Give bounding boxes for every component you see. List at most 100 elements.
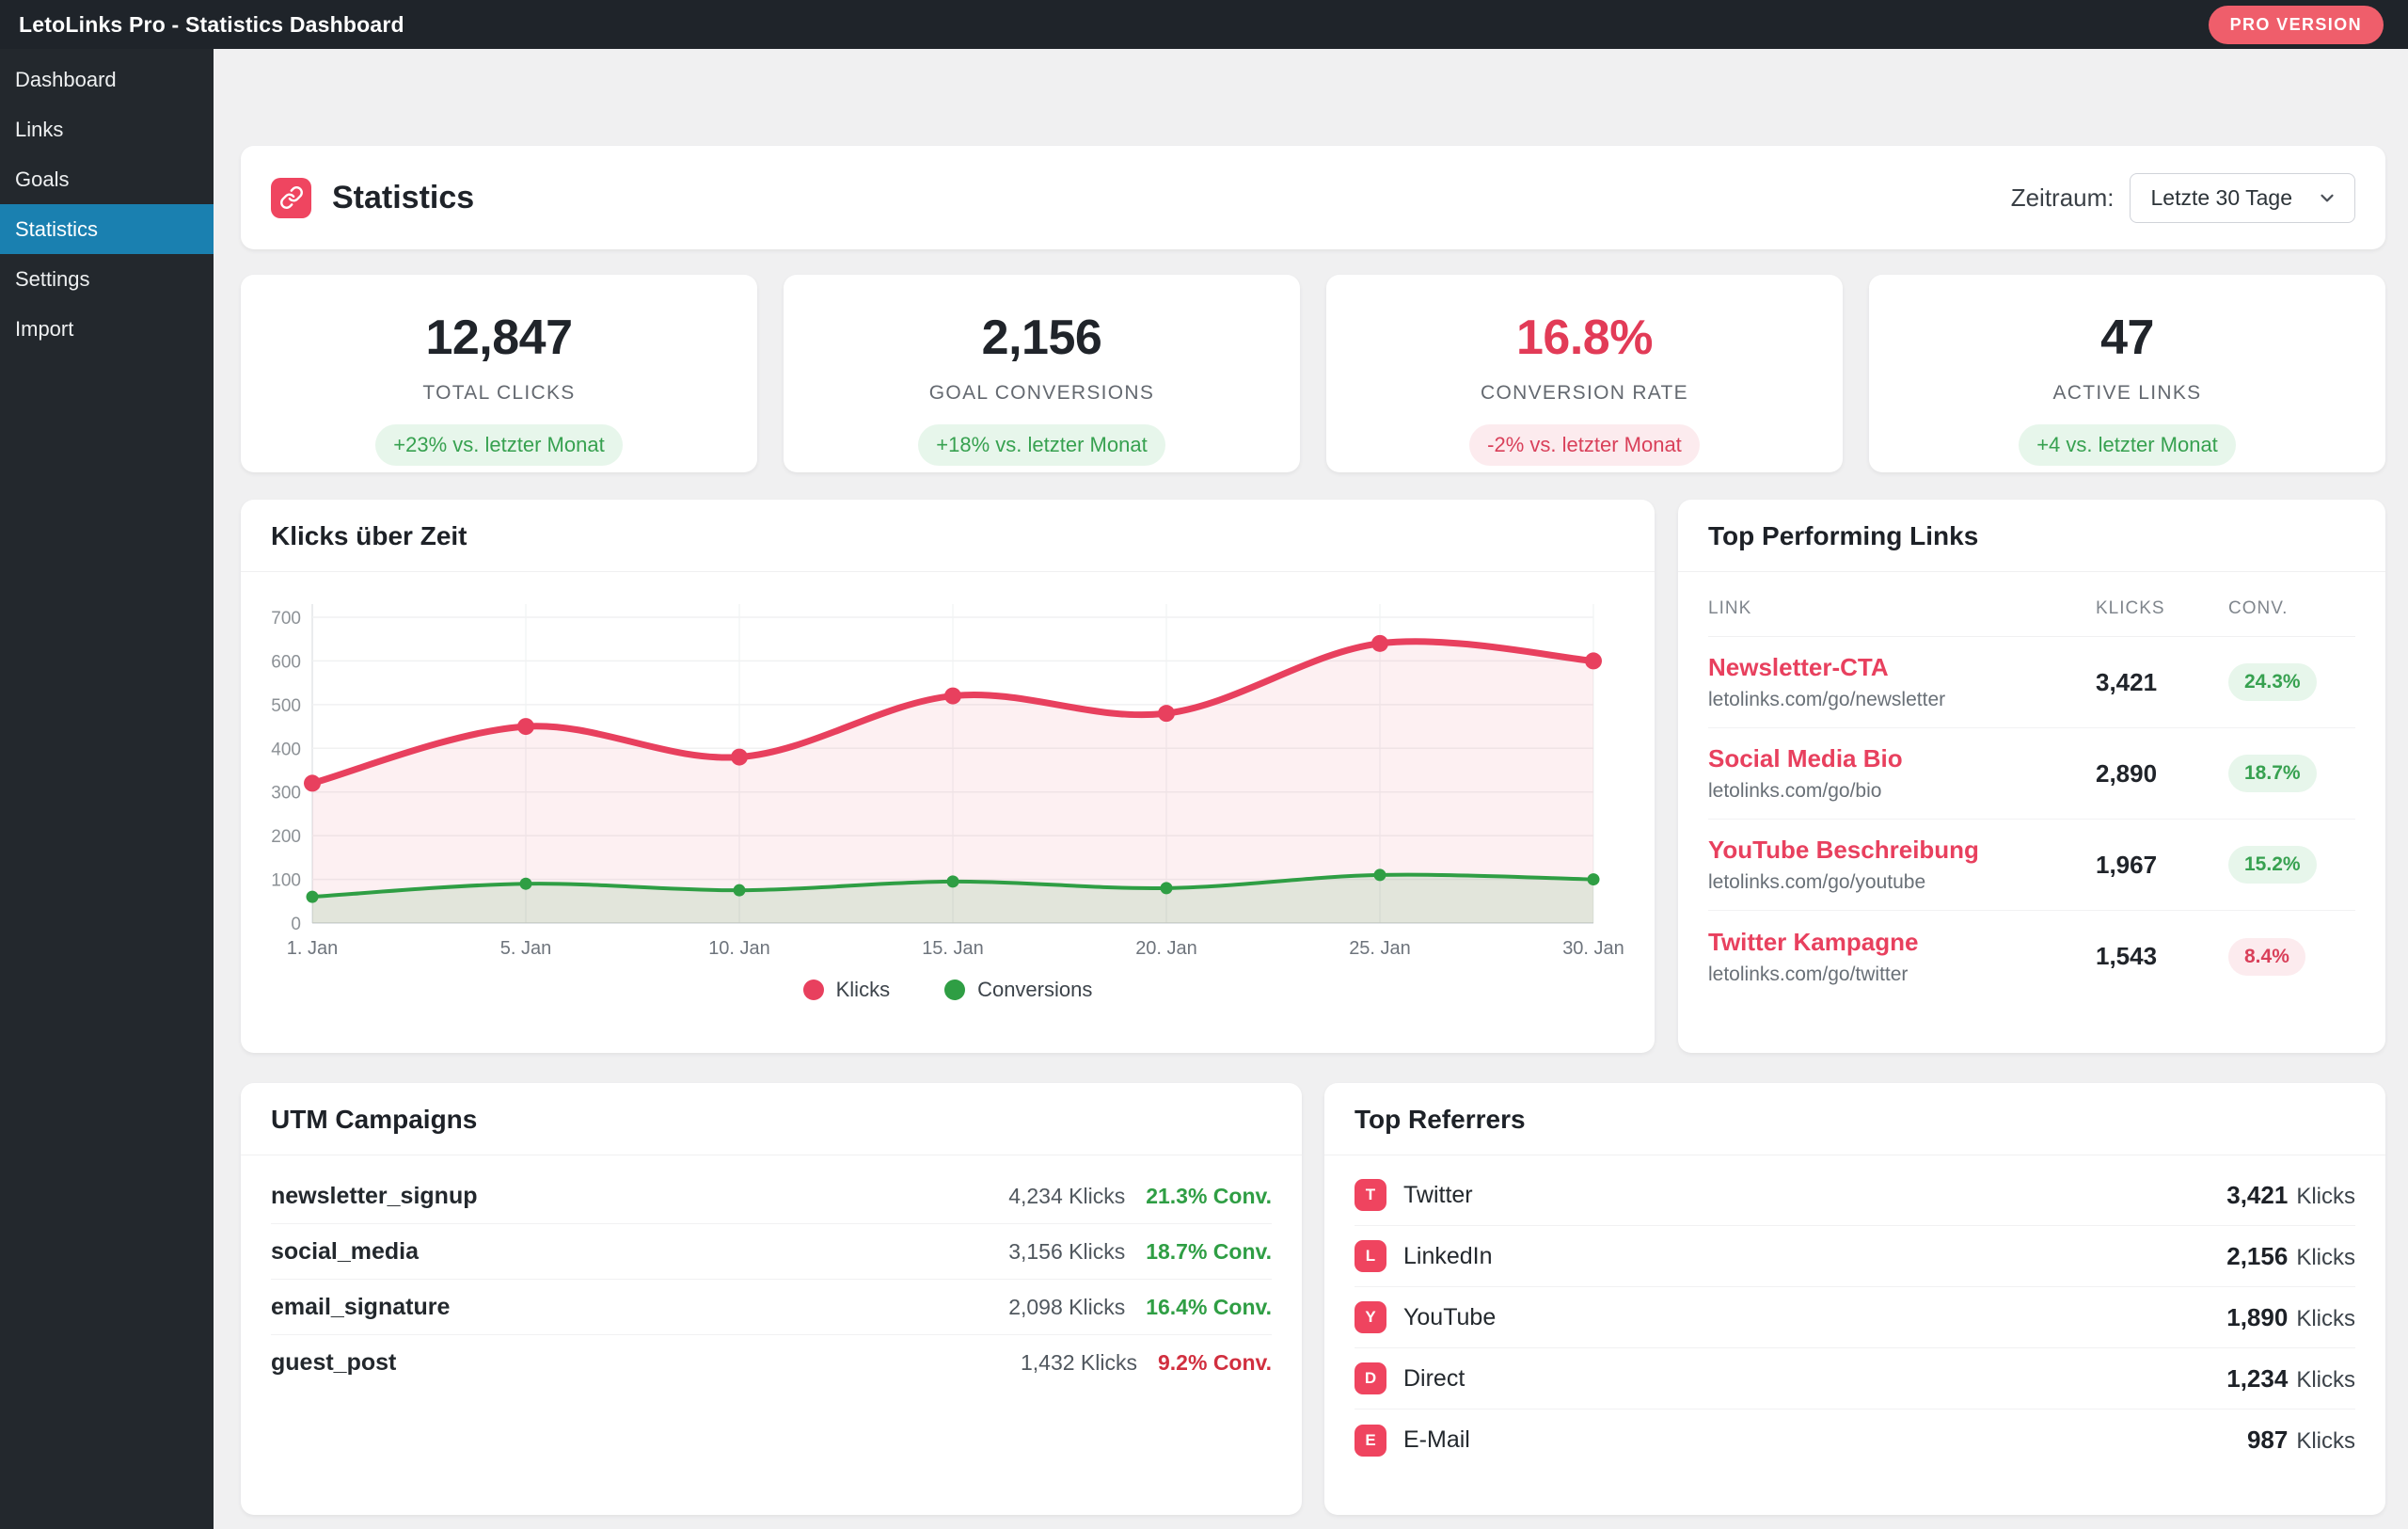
legend-dot <box>944 980 965 1000</box>
referrer-initial-badge: L <box>1354 1240 1386 1272</box>
chart-card-header: Klicks über Zeit <box>241 500 1655 572</box>
link-klicks: 3,421 <box>2096 668 2228 697</box>
svg-text:500: 500 <box>271 696 301 716</box>
period-select[interactable]: Letzte 30 Tage <box>2130 173 2355 223</box>
sidebar-item-label: Dashboard <box>15 68 117 91</box>
stat-change-badge: +23% vs. letzter Monat <box>375 424 622 466</box>
sidebar-item-label: Statistics <box>15 217 98 241</box>
referrer-name: Twitter <box>1403 1182 1473 1209</box>
chart-title: Klicks über Zeit <box>271 521 1624 551</box>
sidebar-item[interactable]: Statistics <box>0 204 214 254</box>
campaign-name: email_signature <box>271 1294 450 1321</box>
sidebar-item-label: Import <box>15 317 73 341</box>
table-row: Twitter Kampagne letolinks.com/go/twitte… <box>1708 911 2355 1002</box>
stat-change-badge: +18% vs. letzter Monat <box>918 424 1164 466</box>
sidebar-item[interactable]: Goals <box>0 154 214 204</box>
link-url: letolinks.com/go/bio <box>1708 780 2096 803</box>
chart-body: 01002003004005006007001. Jan5. Jan10. Ja… <box>241 572 1655 1002</box>
table-row: Newsletter-CTA letolinks.com/go/newslett… <box>1708 637 2355 728</box>
list-item: T Twitter 3,421 Klicks <box>1354 1165 2355 1226</box>
stat-value: 47 <box>2100 310 2154 366</box>
top-links-table: LINK KLICKS CONV. Newsletter-CTA letolin… <box>1678 572 2385 1002</box>
clicks-chart-card: Klicks über Zeit 01002003004005006007001… <box>241 500 1655 1053</box>
table-row: YouTube Beschreibung letolinks.com/go/yo… <box>1708 820 2355 911</box>
conversion-badge: 24.3% <box>2228 663 2317 701</box>
bottom-row: UTM Campaigns newsletter_signup 4,234 Kl… <box>241 1083 2385 1515</box>
svg-text:200: 200 <box>271 827 301 847</box>
referrer-name: E-Mail <box>1403 1426 1470 1454</box>
stat-card: 16.8% CONVERSION RATE -2% vs. letzter Mo… <box>1326 275 1843 472</box>
referrer-klicks: 2,156 <box>2226 1242 2288 1271</box>
svg-text:10. Jan: 10. Jan <box>708 938 770 959</box>
period-control: Zeitraum: Letzte 30 Tage <box>2011 173 2355 223</box>
sidebar-item[interactable]: Settings <box>0 254 214 304</box>
referrer-initial-badge: Y <box>1354 1301 1386 1333</box>
campaign-conversion: 16.4% Conv. <box>1146 1295 1272 1320</box>
stat-card: 47 ACTIVE LINKS +4 vs. letzter Monat <box>1869 275 2385 472</box>
svg-text:300: 300 <box>271 784 301 804</box>
referrer-initial-badge: T <box>1354 1179 1386 1211</box>
referrers-list: T Twitter 3,421 Klicks L LinkedIn 2,156 <box>1324 1155 2385 1471</box>
link-klicks: 2,890 <box>2096 759 2228 788</box>
stat-label: CONVERSION RATE <box>1481 382 1688 405</box>
referrer-klicks-suffix: Klicks <box>2296 1306 2355 1332</box>
stat-value: 16.8% <box>1516 310 1653 366</box>
sidebar: Dashboard Links Goals Statistics Setting… <box>0 49 214 1529</box>
top-links-header: Top Performing Links <box>1678 500 2385 572</box>
link-name[interactable]: YouTube Beschreibung <box>1708 836 2096 865</box>
svg-text:100: 100 <box>271 871 301 891</box>
utm-card-header: UTM Campaigns <box>241 1083 1302 1155</box>
link-name[interactable]: Social Media Bio <box>1708 744 2096 773</box>
conversion-badge: 15.2% <box>2228 846 2317 884</box>
main-content: Statistics Zeitraum: Letzte 30 Tage 12,8… <box>214 49 2408 1529</box>
period-label: Zeitraum: <box>2011 183 2115 213</box>
referrer-name: Direct <box>1403 1365 1465 1393</box>
link-name[interactable]: Newsletter-CTA <box>1708 653 2096 682</box>
pro-version-badge: PRO VERSION <box>2209 6 2384 44</box>
sidebar-item[interactable]: Dashboard <box>0 55 214 104</box>
campaign-conversion: 21.3% Conv. <box>1146 1184 1272 1209</box>
link-name[interactable]: Twitter Kampagne <box>1708 928 2096 957</box>
stat-label: GOAL CONVERSIONS <box>929 382 1154 405</box>
sidebar-item-label: Settings <box>15 267 90 291</box>
svg-text:400: 400 <box>271 740 301 759</box>
svg-text:20. Jan: 20. Jan <box>1135 938 1197 959</box>
list-item: L LinkedIn 2,156 Klicks <box>1354 1226 2355 1287</box>
campaign-name: newsletter_signup <box>271 1183 478 1210</box>
svg-text:30. Jan: 30. Jan <box>1562 938 1624 959</box>
legend-dot <box>803 980 824 1000</box>
list-item: newsletter_signup 4,234 Klicks 21.3% Con… <box>271 1169 1272 1224</box>
svg-text:1. Jan: 1. Jan <box>287 938 338 959</box>
campaign-conversion: 18.7% Conv. <box>1146 1239 1272 1265</box>
referrer-klicks-suffix: Klicks <box>2296 1367 2355 1394</box>
utm-title: UTM Campaigns <box>271 1105 1272 1135</box>
list-item: D Direct 1,234 Klicks <box>1354 1348 2355 1410</box>
chart-legend: KlicksConversions <box>271 978 1624 1002</box>
top-referrers-card: Top Referrers T Twitter 3,421 Klicks L <box>1324 1083 2385 1515</box>
referrer-klicks: 1,234 <box>2226 1364 2288 1394</box>
legend-item: Klicks <box>803 978 890 1002</box>
link-url: letolinks.com/go/newsletter <box>1708 689 2096 711</box>
referrer-klicks-suffix: Klicks <box>2296 1428 2355 1455</box>
svg-text:25. Jan: 25. Jan <box>1349 938 1411 959</box>
link-url: letolinks.com/go/youtube <box>1708 871 2096 894</box>
stat-label: ACTIVE LINKS <box>2053 382 2202 405</box>
link-icon <box>271 178 311 218</box>
clicks-over-time-chart: 01002003004005006007001. Jan5. Jan10. Ja… <box>271 587 1624 965</box>
topbar: LetoLinks Pro - Statistics Dashboard PRO… <box>0 0 2408 49</box>
list-item: E E-Mail 987 Klicks <box>1354 1410 2355 1471</box>
referrers-card-header: Top Referrers <box>1324 1083 2385 1155</box>
sidebar-item[interactable]: Import <box>0 304 214 354</box>
referrer-klicks: 987 <box>2247 1425 2288 1455</box>
campaign-conversion: 9.2% Conv. <box>1158 1350 1272 1376</box>
stat-label: TOTAL CLICKS <box>422 382 575 405</box>
referrer-klicks-suffix: Klicks <box>2296 1184 2355 1210</box>
referrers-title: Top Referrers <box>1354 1105 2355 1135</box>
list-item: guest_post 1,432 Klicks 9.2% Conv. <box>271 1335 1272 1391</box>
stat-value: 2,156 <box>982 310 1102 366</box>
top-links-table-header: LINK KLICKS CONV. <box>1708 572 2355 637</box>
sidebar-item[interactable]: Links <box>0 104 214 154</box>
link-klicks: 1,967 <box>2096 851 2228 880</box>
column-header-conv: CONV. <box>2228 598 2355 619</box>
statistics-header-card: Statistics Zeitraum: Letzte 30 Tage <box>241 146 2385 249</box>
